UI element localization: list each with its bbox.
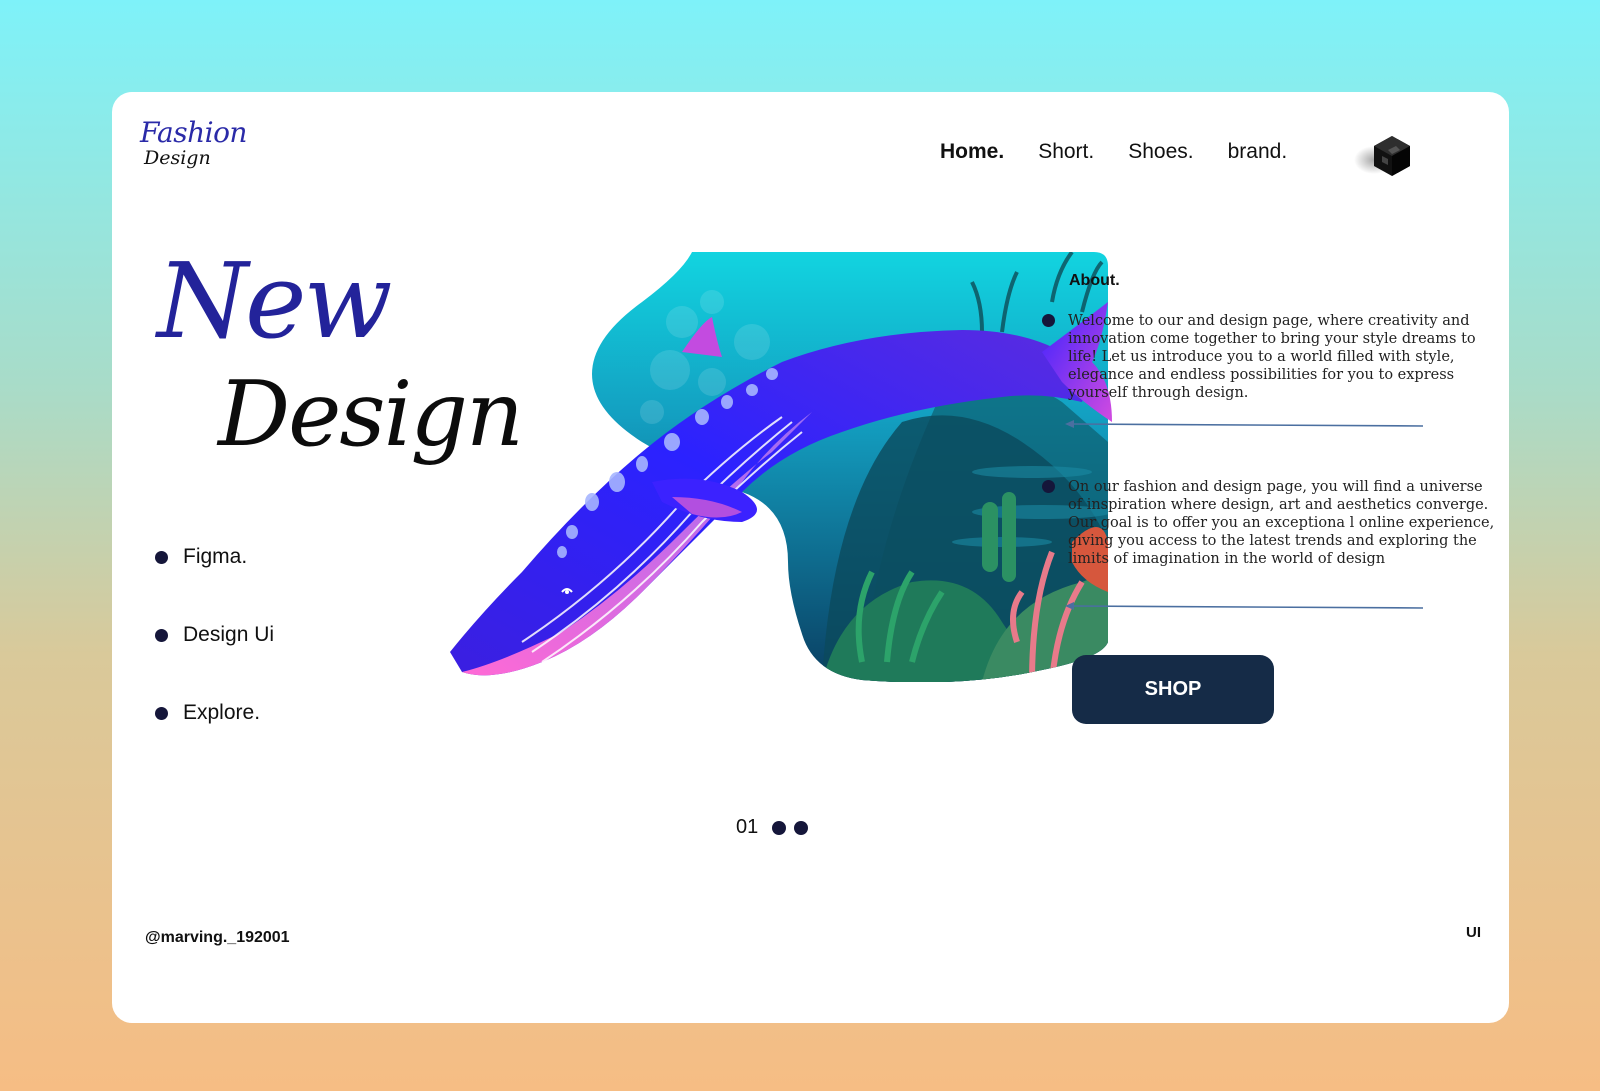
about-paragraph-2: On our fashion and design page, you will… [1042,478,1497,568]
cube-logo-icon[interactable] [1352,132,1412,182]
nav-item-brand[interactable]: brand. [1228,140,1288,164]
headline-new: New [157,240,393,362]
ui-tag: UI [1466,924,1481,941]
bullet-dot [1042,314,1055,327]
whale-hero-image [450,252,1112,682]
list-item[interactable]: Design Ui [155,596,274,674]
brand-logo[interactable]: Fashion Design [140,116,247,169]
landing-card: Fashion Design Home. Short. Shoes. brand… [112,92,1509,1023]
feature-label: Design Ui [183,623,275,646]
arrow-left-icon[interactable] [1065,602,1425,612]
nav-item-home[interactable]: Home. [940,140,1004,164]
bullet-dot [1042,480,1055,493]
nav-item-short[interactable]: Short. [1038,140,1094,164]
logo-title: Fashion [140,116,247,149]
author-handle: @marving._192001 [145,929,290,946]
bullet-dot [155,706,168,720]
paragraph-text: On our fashion and design page, you will… [1068,479,1495,567]
page-number: 01 [736,816,759,838]
feature-label: Figma. [183,545,248,568]
feature-label: Explore. [183,701,261,724]
bullet-dot [155,550,168,564]
main-nav: Home. Short. Shoes. brand. [940,140,1287,164]
about-paragraph-1: Welcome to our and design page, where cr… [1042,312,1497,402]
list-item[interactable]: Explore. [155,674,274,752]
about-title: About. [1069,272,1120,289]
arrow-left-icon[interactable] [1065,420,1425,430]
bullet-dot [155,628,168,642]
shop-button[interactable]: SHOP [1072,655,1274,724]
feature-list: Figma. Design Ui Explore. [155,518,274,752]
logo-subtitle: Design [144,147,211,169]
list-item[interactable]: Figma. [155,518,274,596]
slide-pager: 01 [736,816,809,839]
pager-dot[interactable] [772,820,787,835]
nav-item-shoes[interactable]: Shoes. [1128,140,1193,164]
paragraph-text: Welcome to our and design page, where cr… [1068,313,1476,401]
pager-dot[interactable] [794,820,809,835]
